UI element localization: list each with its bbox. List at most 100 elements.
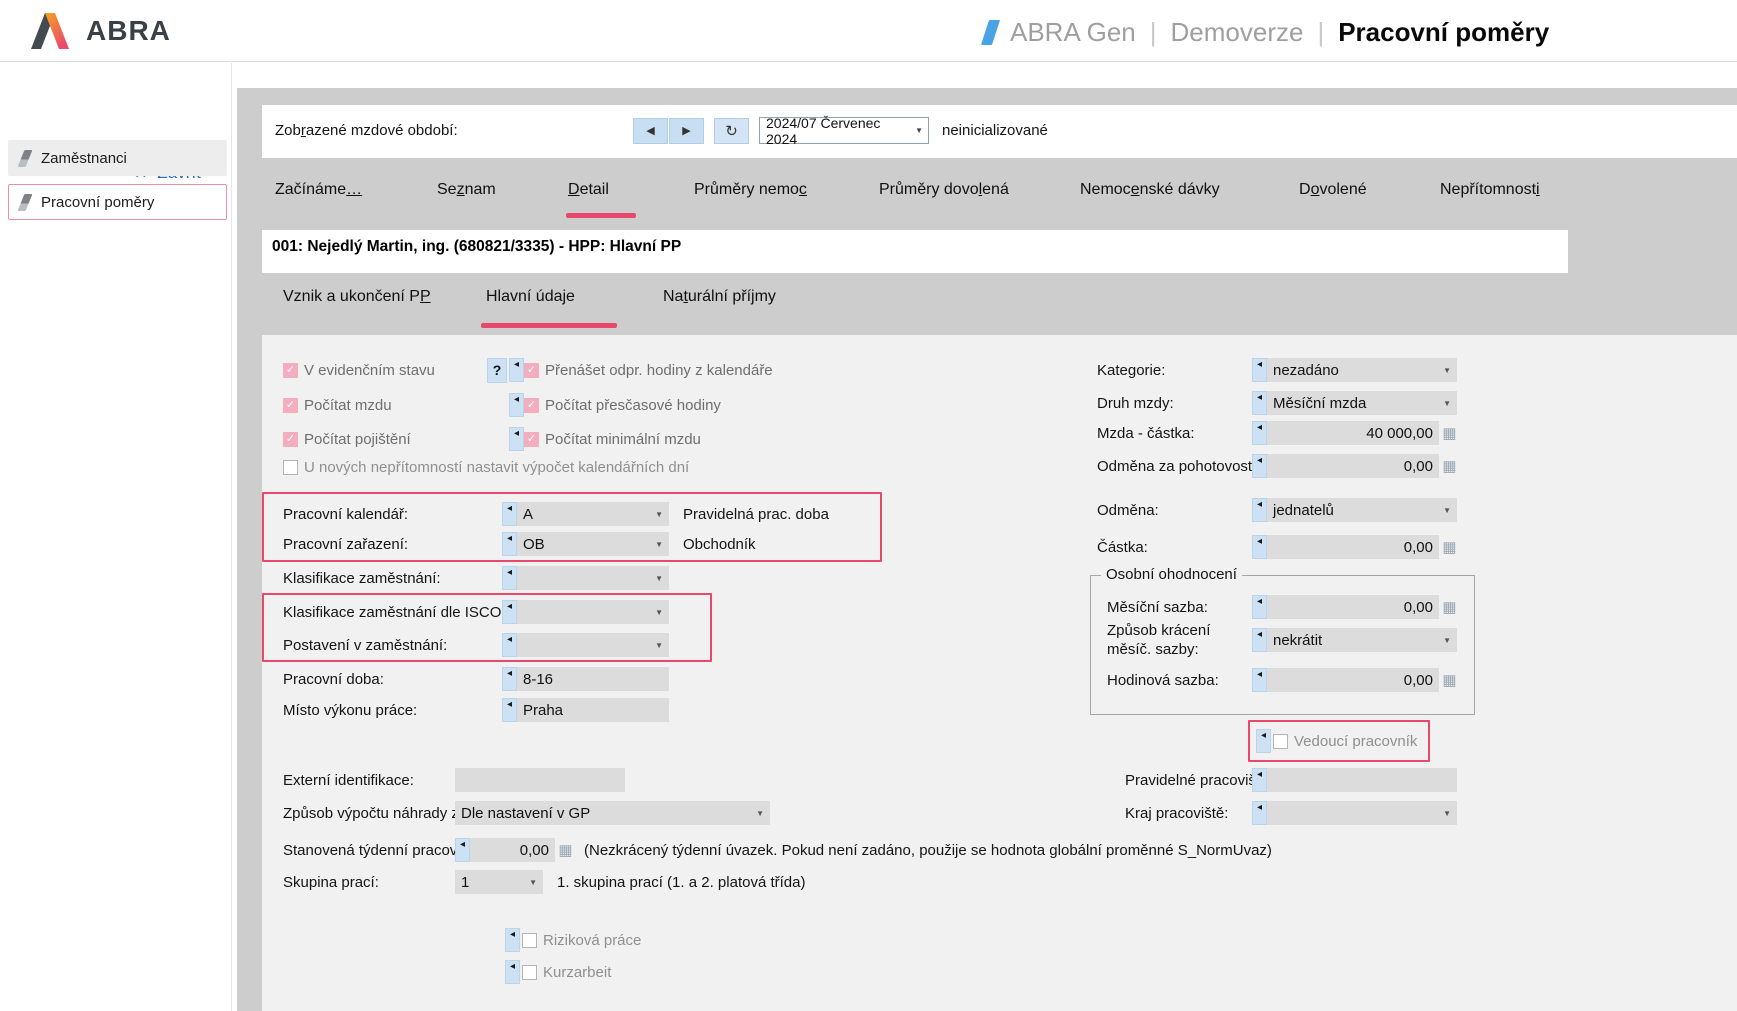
field-arrow-button[interactable]: ◂ bbox=[455, 838, 470, 862]
field-arrow-button[interactable]: ◂ bbox=[502, 633, 517, 657]
left-arrow-icon: ◂ bbox=[1257, 392, 1262, 404]
chevron-down-icon: ▼ bbox=[1443, 366, 1451, 375]
tab-prumery-nemoc[interactable]: Průměry nemoc bbox=[694, 181, 807, 205]
tab-seznam[interactable]: Seznam bbox=[437, 181, 496, 205]
left-arrow-icon: ◂ bbox=[507, 634, 512, 646]
help-button[interactable]: ? bbox=[487, 358, 507, 383]
checkbox-u-novych-nepritomnosti[interactable] bbox=[283, 460, 298, 475]
field-label: Postavení v zaměstnání: bbox=[283, 637, 502, 654]
tab-prumery-dovolena[interactable]: Průměry dovolená bbox=[879, 181, 1009, 205]
period-value: 2024/07 Červenec 2024 bbox=[766, 115, 910, 147]
field-arrow-button[interactable]: ◂ bbox=[1252, 391, 1267, 415]
field-arrow-button[interactable]: ◂ bbox=[1252, 358, 1267, 382]
mesicni-sazba-input[interactable]: 0,00 bbox=[1267, 595, 1439, 619]
calculator-icon[interactable]: ▦ bbox=[1441, 670, 1458, 690]
field-arrow-button[interactable]: ◂ bbox=[1252, 595, 1267, 619]
subtab-vznik-a-ukonceni[interactable]: Vznik a ukončení PP bbox=[283, 288, 431, 312]
checkbox-prescasove-hodiny[interactable]: ✓ bbox=[524, 398, 539, 413]
hodinova-sazba-input[interactable]: 0,00 bbox=[1267, 668, 1439, 692]
kraceni-select[interactable]: nekrátit ▼ bbox=[1267, 628, 1457, 652]
field-arrow-button[interactable]: ◂ bbox=[1252, 454, 1267, 478]
tab-dovolene[interactable]: Dovolené bbox=[1299, 181, 1367, 205]
checkbox-kurzarbeit[interactable] bbox=[522, 965, 537, 980]
field-arrow-button[interactable]: ◂ bbox=[505, 928, 520, 952]
tab-detail[interactable]: Detail bbox=[568, 181, 609, 205]
checkbox-pocitat-mzdu[interactable]: ✓ bbox=[283, 398, 298, 413]
field-arrow-button[interactable]: ◂ bbox=[1256, 729, 1271, 753]
klasifikace-select[interactable]: ▼ bbox=[517, 566, 669, 590]
field-arrow-button[interactable]: ◂ bbox=[502, 502, 517, 526]
pracovni-kalendar-select[interactable]: A ▼ bbox=[517, 502, 669, 526]
externi-identifikace-input[interactable] bbox=[455, 768, 625, 792]
pohotovost-input[interactable]: 0,00 bbox=[1267, 454, 1439, 478]
calculator-icon[interactable]: ▦ bbox=[557, 840, 574, 860]
field-row-pracovni-kalendar: Pracovní kalendář: ◂ A ▼ Pravidelná prac… bbox=[283, 502, 829, 526]
checkbox-v-evidencnim-stavu[interactable]: ✓ bbox=[283, 363, 298, 378]
field-arrow-button[interactable]: ◂ bbox=[502, 698, 517, 722]
odmena-select[interactable]: jednatelů ▼ bbox=[1267, 498, 1457, 522]
field-value: 0,00 bbox=[520, 842, 549, 859]
checkbox-prenaset-hodiny[interactable]: ✓ bbox=[524, 363, 539, 378]
postaveni-select[interactable]: ▼ bbox=[517, 633, 669, 657]
left-arrow-icon: ◂ bbox=[460, 839, 465, 851]
checkbox-row: ◂ ✓ Počítat minimální mzdu bbox=[509, 427, 701, 451]
tab-zaciname[interactable]: Začínáme… bbox=[275, 181, 362, 205]
calculator-icon[interactable]: ▦ bbox=[1441, 423, 1458, 443]
title-separator: | bbox=[1150, 17, 1157, 48]
checkbox-label: Počítat přesčasové hodiny bbox=[545, 397, 721, 414]
refresh-period-button[interactable]: ↻ bbox=[714, 118, 749, 144]
field-label: Pracovní doba: bbox=[283, 671, 502, 688]
next-period-button[interactable]: ▶ bbox=[669, 118, 704, 144]
field-arrow-button[interactable]: ◂ bbox=[1252, 498, 1267, 522]
field-arrow-button[interactable]: ◂ bbox=[509, 358, 524, 382]
druh-mzdy-select[interactable]: Měsíční mzda ▼ bbox=[1267, 391, 1457, 415]
tab-nemocenske-davky[interactable]: Nemocenské dávky bbox=[1080, 181, 1220, 205]
castka-input[interactable]: 0,00 bbox=[1267, 535, 1439, 559]
subtab-naturalni-prijmy[interactable]: Naturální příjmy bbox=[663, 288, 776, 312]
field-value: 1 bbox=[461, 874, 469, 891]
field-label: Způsob krácení měsíč. sazby: bbox=[1107, 621, 1252, 660]
sidebar-item-zamestnanci[interactable]: Zaměstnanci bbox=[8, 140, 227, 176]
pravidelne-pracoviste-input[interactable] bbox=[1267, 768, 1457, 792]
field-arrow-button[interactable]: ◂ bbox=[509, 393, 524, 417]
isco-select[interactable]: ▼ bbox=[517, 600, 669, 624]
field-row-svatek: Způsob výpočtu náhrady za svátek: Dle na… bbox=[283, 801, 770, 825]
field-arrow-button[interactable]: ◂ bbox=[1252, 628, 1267, 652]
nahrada-za-svatek-select[interactable]: Dle nastavení v GP ▼ bbox=[455, 801, 770, 825]
kategorie-select[interactable]: nezadáno ▼ bbox=[1267, 358, 1457, 382]
active-subtab-indicator bbox=[481, 323, 617, 328]
calculator-icon[interactable]: ▦ bbox=[1441, 597, 1458, 617]
sidebar-item-label: Pracovní poměry bbox=[41, 194, 154, 211]
checkbox-row: ✓ V evidenčním stavu bbox=[283, 358, 435, 382]
tydenni-doba-input[interactable]: 0,00 bbox=[470, 838, 555, 862]
field-arrow-button[interactable]: ◂ bbox=[502, 667, 517, 691]
field-arrow-button[interactable]: ◂ bbox=[1252, 801, 1267, 825]
field-arrow-button[interactable]: ◂ bbox=[1252, 768, 1267, 792]
checkbox-minimalni-mzdu[interactable]: ✓ bbox=[524, 432, 539, 447]
field-arrow-button[interactable]: ◂ bbox=[502, 600, 517, 624]
field-arrow-button[interactable]: ◂ bbox=[509, 427, 524, 451]
pracovni-doba-input[interactable]: 8-16 bbox=[517, 667, 669, 691]
calculator-icon[interactable]: ▦ bbox=[1441, 456, 1458, 476]
field-arrow-button[interactable]: ◂ bbox=[1252, 668, 1267, 692]
mzda-castka-input[interactable]: 40 000,00 bbox=[1267, 421, 1439, 445]
sidebar-item-pracovni-pomery[interactable]: Pracovní poměry bbox=[8, 184, 227, 220]
period-select[interactable]: 2024/07 Červenec 2024 ▼ bbox=[759, 117, 929, 144]
skupina-praci-select[interactable]: 1 ▼ bbox=[455, 870, 543, 894]
subtab-hlavni-udaje[interactable]: Hlavní údaje bbox=[486, 288, 575, 312]
kraj-pracoviste-select[interactable]: ▼ bbox=[1267, 801, 1457, 825]
checkbox-vedouci-pracovnik[interactable] bbox=[1273, 734, 1288, 749]
misto-vykonu-input[interactable]: Praha bbox=[517, 698, 669, 722]
field-arrow-button[interactable]: ◂ bbox=[1252, 421, 1267, 445]
calculator-icon[interactable]: ▦ bbox=[1441, 537, 1458, 557]
pracovni-zarazeni-select[interactable]: OB ▼ bbox=[517, 532, 669, 556]
field-arrow-button[interactable]: ◂ bbox=[1252, 535, 1267, 559]
tab-nepritomnosti[interactable]: Nepřítomnosti bbox=[1440, 181, 1540, 205]
field-arrow-button[interactable]: ◂ bbox=[502, 532, 517, 556]
field-arrow-button[interactable]: ◂ bbox=[502, 566, 517, 590]
prev-period-button[interactable]: ◀ bbox=[633, 118, 668, 144]
checkbox-rizikova-prace[interactable] bbox=[522, 933, 537, 948]
field-arrow-button[interactable]: ◂ bbox=[505, 960, 520, 984]
checkbox-pocitat-pojisteni[interactable]: ✓ bbox=[283, 432, 298, 447]
field-value: 0,00 bbox=[1404, 672, 1433, 689]
